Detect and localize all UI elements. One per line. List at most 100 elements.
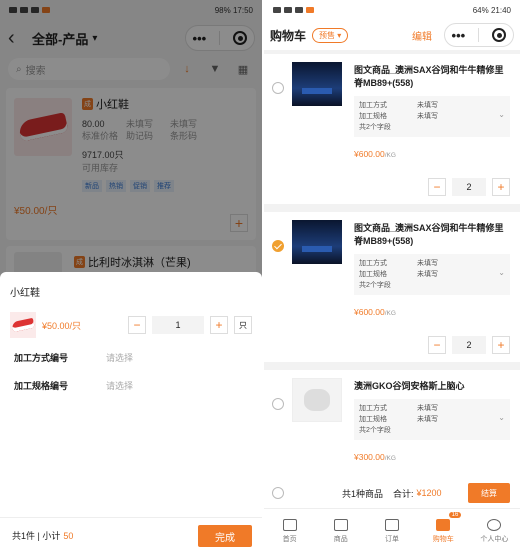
spec-value: 未填写: [417, 271, 438, 278]
mini-program-capsule: •••: [444, 23, 514, 47]
tab-label: 购物车: [432, 535, 454, 543]
spec-value: 未填写: [417, 102, 438, 109]
product-list-screen: 98% 17:50 ‹ 全部-产品 ▾ ••• ⌕ 搜索 ↓ ▼ ▦ 成小红鞋 …: [0, 0, 262, 553]
plus-button[interactable]: +: [210, 316, 228, 334]
item-count: 共1件 | 小计: [12, 531, 61, 541]
price-unit: /KG: [384, 310, 396, 317]
minus-button[interactable]: −: [128, 316, 146, 334]
status-bar: 64% 21:40: [264, 0, 520, 20]
spec-value: 未填写: [417, 405, 438, 412]
select-all-checkbox[interactable]: [272, 487, 284, 499]
price-unit: /KG: [384, 455, 396, 462]
tab-label: 个人中心: [480, 535, 509, 543]
field-value: 请选择: [106, 380, 134, 391]
total-amount: ¥1200: [416, 488, 442, 498]
quantity-input[interactable]: 2: [452, 336, 486, 354]
checkout-button[interactable]: 结算: [468, 483, 510, 503]
spec-value: 未填写: [417, 416, 438, 423]
chevron-down-icon: ⌄: [498, 110, 505, 119]
spec-value: 未填写: [417, 113, 438, 120]
edit-button[interactable]: 编辑: [412, 28, 432, 43]
select-checkbox-checked[interactable]: [272, 240, 284, 252]
tab-label: 订单: [385, 535, 399, 543]
order-icon: [385, 518, 399, 531]
spec-box[interactable]: 加工方式 未填写 加工规格 未填写 共2个字段 ⌄: [354, 96, 510, 137]
product-image-placeholder: [292, 378, 342, 422]
total-label: 合计:: [393, 488, 414, 499]
field-label: 加工方式编号: [14, 352, 69, 363]
subtotal: 50: [63, 530, 74, 541]
done-button[interactable]: 完成: [198, 525, 252, 547]
presale-label: 预售: [319, 30, 336, 40]
field-count: 共2个字段: [359, 427, 391, 434]
tab-products[interactable]: 商品: [315, 509, 366, 553]
product-thumbnail: [10, 312, 36, 338]
home-icon: [282, 518, 297, 531]
product-spec-sheet: 小红鞋 ¥50.00/只 − 1 + 只 加工方式编号 请选择 加工规格编号 请…: [0, 272, 262, 553]
spec-label: 加工规格: [359, 271, 387, 278]
clock: 21:40: [490, 5, 511, 15]
sheet-price: ¥50.00/只: [42, 320, 82, 331]
product-image: [292, 62, 342, 106]
more-icon[interactable]: •••: [452, 28, 466, 43]
processing-method-field[interactable]: 加工方式编号 请选择: [0, 343, 262, 371]
tab-label: 首页: [282, 535, 297, 543]
sheet-title: 小红鞋: [10, 288, 40, 299]
plus-button[interactable]: +: [492, 336, 510, 354]
price-unit: /KG: [384, 152, 396, 159]
tab-cart[interactable]: 购物车 16: [418, 509, 469, 553]
minus-button[interactable]: −: [428, 336, 446, 354]
tab-home[interactable]: 首页: [264, 509, 315, 553]
quantity-stepper: − 2 +: [428, 336, 510, 354]
cart-screen: 64% 21:40 购物车 预售 ▾ 编辑 ••• 图文商品_澳洲SAX谷饲和牛…: [264, 0, 520, 553]
unit-selector[interactable]: 只: [234, 316, 252, 334]
field-count: 共2个字段: [359, 124, 391, 131]
spec-label: 加工方式: [359, 405, 387, 412]
select-checkbox[interactable]: [272, 398, 284, 410]
product-name[interactable]: 图文商品_澳洲SAX谷饲和牛牛精修里脊MB89+(558): [354, 64, 510, 90]
spec-label: 加工规格: [359, 416, 387, 423]
presale-dropdown[interactable]: 预售 ▾: [312, 27, 349, 43]
sheet-footer: 共1件 | 小计 50 完成: [0, 517, 262, 553]
select-checkbox[interactable]: [272, 82, 284, 94]
quantity-input[interactable]: 1: [152, 316, 204, 334]
cart-footer: 共1种商品 合计: ¥1200 结算: [264, 478, 520, 508]
grid-icon: [333, 518, 348, 531]
item-price: ¥300.00: [354, 452, 385, 462]
chevron-down-icon: ⌄: [498, 413, 505, 422]
field-value: 请选择: [106, 352, 134, 363]
chevron-down-icon: ⌄: [498, 268, 505, 277]
cart-icon: [436, 518, 451, 531]
item-price: ¥600.00: [354, 307, 385, 317]
tab-label: 商品: [333, 535, 348, 543]
close-target-icon[interactable]: [492, 28, 507, 42]
field-count: 共2个字段: [359, 282, 391, 289]
battery-text: 64%: [472, 5, 489, 15]
product-name[interactable]: 图文商品_澳洲SAX谷饲和牛牛精修里脊MB89+(558): [354, 222, 510, 248]
quantity-input[interactable]: 2: [452, 178, 486, 196]
item-count: 共1种商品: [342, 488, 384, 499]
user-icon: [487, 518, 502, 531]
spec-label: 加工方式: [359, 260, 387, 267]
quantity-stepper: − 2 +: [428, 178, 510, 196]
product-name[interactable]: 澳洲GKO谷饲安格斯上脑心: [354, 380, 510, 393]
cart-item: 图文商品_澳洲SAX谷饲和牛牛精修里脊MB89+(558) 加工方式 未填写 加工…: [264, 212, 520, 362]
item-price: ¥600.00: [354, 149, 385, 159]
spec-label: 加工规格: [359, 113, 387, 120]
quantity-row: ¥50.00/只 − 1 + 只: [0, 307, 262, 343]
spec-box[interactable]: 加工方式 未填写 加工规格 未填写 共2个字段 ⌄: [354, 254, 510, 295]
product-image: [292, 220, 342, 264]
minus-button[interactable]: −: [428, 178, 446, 196]
spec-box[interactable]: 加工方式 未填写 加工规格 未填写 共2个字段 ⌄: [354, 399, 510, 440]
tab-profile[interactable]: 个人中心: [469, 509, 520, 553]
cart-item: 图文商品_澳洲SAX谷饲和牛牛精修里脊MB89+(558) 加工方式 未填写 加工…: [264, 54, 520, 204]
cart-badge: 16: [448, 512, 462, 518]
tab-orders[interactable]: 订单: [366, 509, 417, 553]
spec-value: 未填写: [417, 260, 438, 267]
spec-label: 加工方式: [359, 102, 387, 109]
processing-spec-field[interactable]: 加工规格编号 请选择: [0, 371, 262, 399]
page-title: 购物车: [270, 28, 307, 43]
bottom-tab-bar: 首页 商品 订单 购物车 16 个人中心: [264, 508, 520, 553]
header: 购物车 预售 ▾ 编辑 •••: [264, 20, 520, 50]
plus-button[interactable]: +: [492, 178, 510, 196]
